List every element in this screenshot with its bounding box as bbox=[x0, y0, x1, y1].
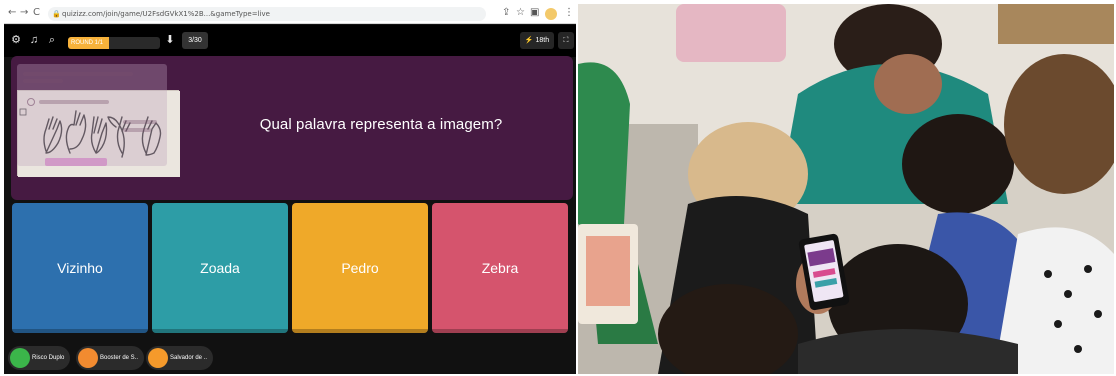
powerup-label: Risco Duplo bbox=[32, 355, 65, 361]
overlay-button[interactable] bbox=[45, 158, 107, 166]
download-icon[interactable]: ⬇ bbox=[162, 31, 178, 49]
star-icon[interactable]: ☆ bbox=[516, 7, 525, 18]
overlay-status-icon bbox=[27, 98, 35, 106]
answer-option-pedro[interactable]: Pedro bbox=[292, 203, 428, 333]
address-bar[interactable]: 🔒 quizizz.com/join/game/U2FsdGVkX1%2B...… bbox=[48, 7, 486, 21]
settings-icon[interactable]: ⚙ bbox=[8, 31, 24, 49]
classroom-photo bbox=[578, 4, 1114, 374]
music-icon[interactable]: ♫ bbox=[26, 31, 42, 49]
answer-option-zebra[interactable]: Zebra bbox=[432, 203, 568, 333]
double-risk-icon bbox=[10, 348, 30, 368]
fullscreen-icon[interactable]: ⛶ bbox=[558, 32, 574, 49]
booster-icon bbox=[78, 348, 98, 368]
answer-option-zoada[interactable]: Zoada bbox=[152, 203, 288, 333]
powerup-label: Salvador de .. bbox=[170, 355, 208, 361]
question-text: Qual palavra representa a imagem? bbox=[259, 116, 503, 133]
quiz-screenshot: ← → C 🔒 quizizz.com/join/game/U2FsdGVkX1… bbox=[4, 4, 576, 374]
streak-badge: ⚡ 18th bbox=[520, 32, 554, 49]
reload-icon[interactable]: C bbox=[33, 7, 40, 18]
students-around-phone-illustration bbox=[578, 4, 1114, 374]
powerup-label: Booster de S.. bbox=[100, 355, 139, 361]
profile-avatar[interactable] bbox=[545, 8, 557, 20]
quiz-top-bar: ⚙ ♫ ⌕ ROUND 1/1 ⬇ 3/30 ⚡ 18th ⛶ bbox=[4, 25, 576, 57]
question-card: Qual palavra representa a imagem? bbox=[11, 56, 573, 200]
answer-option-vizinho[interactable]: Vizinho bbox=[12, 203, 148, 333]
powerup-risco-duplo[interactable]: Risco Duplo bbox=[8, 346, 71, 370]
share-icon[interactable]: ⇪ bbox=[502, 7, 510, 18]
overlay-subtitle bbox=[23, 79, 63, 83]
powerup-salvador[interactable]: Salvador de .. bbox=[146, 346, 214, 370]
saver-icon bbox=[148, 348, 168, 368]
forward-icon[interactable]: → bbox=[20, 7, 28, 18]
overlay-side-text-2 bbox=[123, 128, 151, 132]
powerup-booster[interactable]: Booster de S.. bbox=[76, 346, 145, 370]
overlay-status bbox=[39, 100, 109, 104]
window-icon[interactable]: ▣ bbox=[530, 7, 539, 18]
zoom-icon[interactable]: ⌕ bbox=[44, 31, 60, 49]
progress-bar: ROUND 1/1 bbox=[68, 37, 160, 49]
url-text: quizizz.com/join/game/U2FsdGVkX1%2B...&g… bbox=[62, 10, 270, 18]
popup-overlay bbox=[17, 64, 167, 166]
lock-icon: 🔒 bbox=[52, 10, 61, 18]
menu-icon[interactable]: ⋮ bbox=[564, 7, 574, 18]
browser-toolbar: ← → C 🔒 quizizz.com/join/game/U2FsdGVkX1… bbox=[4, 4, 576, 24]
overlay-side-text bbox=[123, 120, 157, 124]
back-icon[interactable]: ← bbox=[8, 7, 16, 18]
question-counter: 3/30 bbox=[182, 32, 208, 49]
progress-label: ROUND 1/1 bbox=[71, 40, 104, 46]
overlay-title bbox=[23, 72, 133, 76]
